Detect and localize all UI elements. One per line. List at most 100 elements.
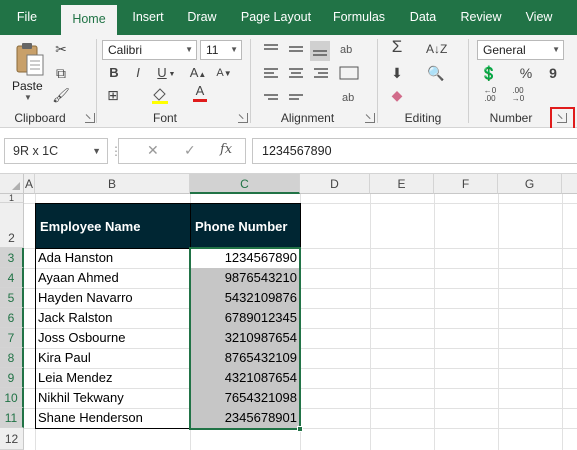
- table-inner-border: [190, 249, 191, 429]
- tab-formulas[interactable]: Formulas: [326, 0, 392, 35]
- tab-review[interactable]: Review: [453, 0, 509, 35]
- cell-phone-number[interactable]: 3210987654: [190, 328, 300, 348]
- number-format-value: General: [483, 43, 526, 57]
- column-header-f[interactable]: F: [434, 174, 498, 194]
- cut-icon[interactable]: ✂: [52, 41, 70, 57]
- alignment-icons[interactable]: ab ab: [262, 39, 362, 105]
- cell-employee-name[interactable]: Ada Hanston: [35, 248, 190, 268]
- ribbon: Paste ▼ ✂ ⧉ 🖌 Clipboard Calibri ▼ 11 ▼ B I…: [0, 35, 577, 128]
- format-painter-icon[interactable]: 🖌: [52, 87, 70, 103]
- table-header-phone-number[interactable]: Phone Number: [190, 203, 301, 249]
- column-header-d[interactable]: D: [300, 174, 370, 194]
- cell-phone-number[interactable]: 5432109876: [190, 288, 300, 308]
- cell-phone-number[interactable]: 2345678901: [190, 408, 300, 428]
- autosum-icon[interactable]: Σ: [388, 38, 406, 55]
- cell-employee-name[interactable]: Shane Henderson: [35, 408, 190, 428]
- paste-label: Paste: [12, 79, 43, 93]
- insert-function-icon[interactable]: fx: [220, 142, 232, 157]
- fill-handle[interactable]: [297, 426, 303, 432]
- paste-button[interactable]: Paste ▼: [10, 41, 50, 102]
- cell-employee-name[interactable]: Nikhil Tekwany: [35, 388, 190, 408]
- enter-icon[interactable]: ✓: [184, 142, 196, 159]
- cell-employee-name[interactable]: Kira Paul: [35, 348, 190, 368]
- percent-button[interactable]: %: [518, 65, 534, 81]
- cell-phone-number[interactable]: 9876543210: [190, 268, 300, 288]
- row-header-10[interactable]: 10: [0, 388, 24, 408]
- row-header-7[interactable]: 7: [0, 328, 24, 348]
- number-format-combo[interactable]: General ▼: [477, 40, 564, 60]
- font-size-value: 11: [206, 43, 219, 57]
- font-launcher-icon[interactable]: [238, 113, 248, 123]
- column-header-b[interactable]: B: [35, 174, 190, 194]
- copy-icon[interactable]: ⧉: [52, 65, 70, 81]
- clear-icon[interactable]: ◆: [388, 87, 406, 103]
- row-header-12[interactable]: 12: [0, 428, 24, 450]
- increase-decimal-icon[interactable]: ←0.00: [480, 87, 500, 103]
- font-name-value: Calibri: [108, 43, 143, 57]
- cell-phone-number[interactable]: 1234567890: [190, 248, 300, 268]
- find-select-icon[interactable]: 🔍: [426, 65, 446, 81]
- svg-text:ab: ab: [340, 44, 352, 56]
- decrease-font-icon[interactable]: A▼: [214, 65, 234, 82]
- column-header-a[interactable]: A: [24, 174, 35, 194]
- sort-filter-icon[interactable]: A↓Z: [426, 41, 447, 57]
- cancel-icon[interactable]: ✕: [147, 142, 159, 159]
- table-header-employee-name[interactable]: Employee Name: [35, 203, 191, 249]
- row-header-5[interactable]: 5: [0, 288, 24, 308]
- alignment-group-label: Alignment: [280, 111, 335, 125]
- column-header-g[interactable]: G: [498, 174, 562, 194]
- row-header-2[interactable]: 2: [0, 203, 24, 248]
- tab-data[interactable]: Data: [400, 0, 446, 35]
- worksheet-grid: A B C D E F G 1 2 3 4 5 6 7 8 9 10 11 12…: [0, 174, 577, 450]
- increase-font-icon[interactable]: A▲: [188, 65, 208, 83]
- cell-employee-name[interactable]: Hayden Navarro: [35, 288, 190, 308]
- font-size-combo[interactable]: 11 ▼: [200, 40, 242, 60]
- tab-home[interactable]: Home: [61, 5, 117, 35]
- column-header-e[interactable]: E: [370, 174, 434, 194]
- row-header-11[interactable]: 11: [0, 408, 24, 428]
- column-header-c[interactable]: C: [190, 174, 300, 194]
- editing-group-label: Editing: [404, 111, 442, 125]
- tab-insert[interactable]: Insert: [122, 0, 174, 35]
- borders-icon[interactable]: ⊞: [104, 87, 122, 103]
- chevron-down-icon: ▼: [24, 93, 32, 102]
- row-header-3[interactable]: 3: [0, 248, 24, 268]
- decrease-decimal-icon[interactable]: .00 →0: [508, 87, 528, 103]
- clipboard-launcher-icon[interactable]: [85, 113, 95, 123]
- row-header-4[interactable]: 4: [0, 268, 24, 288]
- formula-input[interactable]: 1234567890: [252, 138, 577, 164]
- tab-file[interactable]: File: [6, 0, 48, 35]
- row-header-1[interactable]: 1: [0, 194, 24, 203]
- cell-employee-name[interactable]: Joss Osbourne: [35, 328, 190, 348]
- svg-text:ab: ab: [342, 92, 354, 104]
- cell-phone-number[interactable]: 4321087654: [190, 368, 300, 388]
- font-name-combo[interactable]: Calibri ▼: [102, 40, 197, 60]
- paste-icon: [16, 43, 44, 76]
- cell-employee-name[interactable]: Leia Mendez: [35, 368, 190, 388]
- font-color-icon[interactable]: A: [190, 83, 210, 102]
- row-header-6[interactable]: 6: [0, 308, 24, 328]
- row-header-8[interactable]: 8: [0, 348, 24, 368]
- column-header-h[interactable]: [562, 174, 577, 194]
- fill-color-icon[interactable]: [150, 85, 170, 108]
- cell-employee-name[interactable]: Ayaan Ahmed: [35, 268, 190, 288]
- ribbon-tab-bar: File Home Insert Draw Page Layout Formul…: [0, 0, 577, 35]
- bold-button[interactable]: B: [106, 65, 122, 81]
- currency-icon[interactable]: 💲: [478, 65, 500, 81]
- tab-draw[interactable]: Draw: [179, 0, 225, 35]
- select-all-button[interactable]: [0, 174, 24, 194]
- name-box[interactable]: 9R x 1C ▼: [4, 138, 108, 164]
- formula-bar: 9R x 1C ▼ ⋮ ✕ ✓ fx 1234567890: [0, 128, 577, 174]
- comma-button[interactable]: 9: [546, 65, 560, 81]
- fill-icon[interactable]: ⬇: [388, 65, 406, 81]
- cell-phone-number[interactable]: 8765432109: [190, 348, 300, 368]
- cell-employee-name[interactable]: Jack Ralston: [35, 308, 190, 328]
- tab-view[interactable]: View: [516, 0, 562, 35]
- italic-button[interactable]: I: [130, 65, 146, 81]
- chevron-down-icon[interactable]: ▼: [168, 67, 176, 83]
- cell-phone-number[interactable]: 7654321098: [190, 388, 300, 408]
- alignment-launcher-icon[interactable]: [365, 113, 375, 123]
- row-header-9[interactable]: 9: [0, 368, 24, 388]
- tab-page-layout[interactable]: Page Layout: [233, 0, 319, 35]
- cell-phone-number[interactable]: 6789012345: [190, 308, 300, 328]
